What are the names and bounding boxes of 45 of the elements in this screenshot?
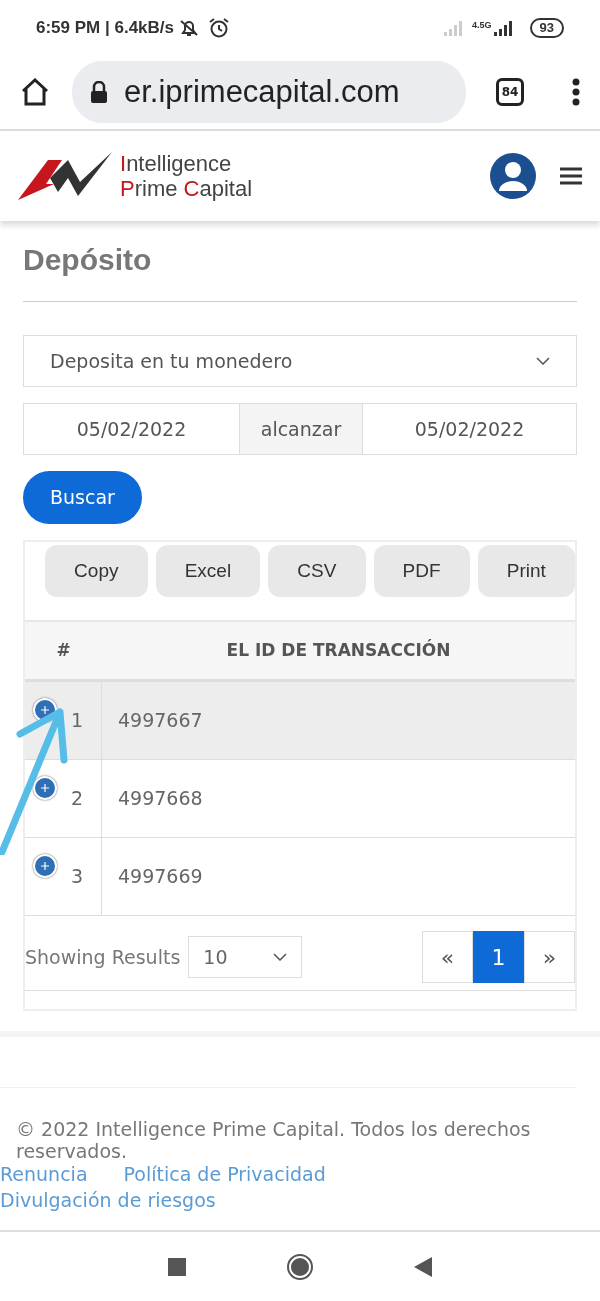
lock-icon xyxy=(90,81,108,103)
page-size-select[interactable]: 10 xyxy=(188,936,303,978)
back-icon[interactable] xyxy=(414,1256,432,1277)
table-cell-text: 4997668 xyxy=(117,786,203,812)
copyright-text: © 2022 Intelligence Prime Capital. Todos los derechos reservados. xyxy=(15,1118,532,1162)
page-size-label: Showing Results xyxy=(25,946,181,968)
page-button[interactable]: 1 xyxy=(473,931,524,983)
signal-icon xyxy=(442,19,464,36)
column-header: EL ID DE TRANSACCIÓN xyxy=(225,638,452,662)
address-bar[interactable]: er.iprimecapital.com xyxy=(72,61,466,123)
more-icon[interactable] xyxy=(572,78,580,106)
search-button[interactable]: Buscar xyxy=(23,471,142,524)
home-button-icon[interactable] xyxy=(286,1252,314,1281)
logo-text[interactable]: Intelligence Prime Capital xyxy=(120,151,253,201)
logo-icon[interactable] xyxy=(18,152,112,200)
export-button[interactable]: CSV xyxy=(268,545,366,597)
export-button[interactable]: Copy xyxy=(45,545,148,597)
bell-off-icon xyxy=(178,17,200,38)
expand-icon[interactable] xyxy=(33,854,57,878)
chevron-down-icon xyxy=(536,357,550,365)
row-number: 3 xyxy=(70,864,83,890)
export-button[interactable]: Print xyxy=(477,545,575,597)
tab-count-button[interactable]: 84 xyxy=(496,78,524,106)
previous-page-button[interactable]: « xyxy=(422,931,473,983)
export-button[interactable]: Excel xyxy=(155,545,261,597)
battery-icon: 93 xyxy=(529,17,564,38)
alarm-icon xyxy=(208,16,230,39)
chevron-down-icon xyxy=(273,953,288,961)
network-label: 4.5G xyxy=(472,19,492,30)
home-icon[interactable] xyxy=(20,78,50,106)
column-header: # xyxy=(55,638,72,662)
wallet-select[interactable]: Deposita en tu monedero xyxy=(23,335,577,387)
row-number: 1 xyxy=(70,708,83,734)
recents-icon[interactable] xyxy=(168,1257,186,1276)
next-page-button[interactable]: » xyxy=(524,931,575,983)
menu-icon[interactable] xyxy=(560,167,582,185)
signal-icon xyxy=(491,19,514,36)
page-title: Depósito xyxy=(23,243,153,277)
user-avatar-icon[interactable] xyxy=(490,153,536,199)
export-button[interactable]: PDF xyxy=(373,545,470,597)
table-cell-text: 4997669 xyxy=(117,864,203,890)
status-text: 6:59 PM | 6.4kB/s xyxy=(36,16,174,39)
row-number: 2 xyxy=(70,786,83,812)
table-cell-text: 4997667 xyxy=(117,708,203,734)
expand-icon[interactable] xyxy=(33,776,57,800)
